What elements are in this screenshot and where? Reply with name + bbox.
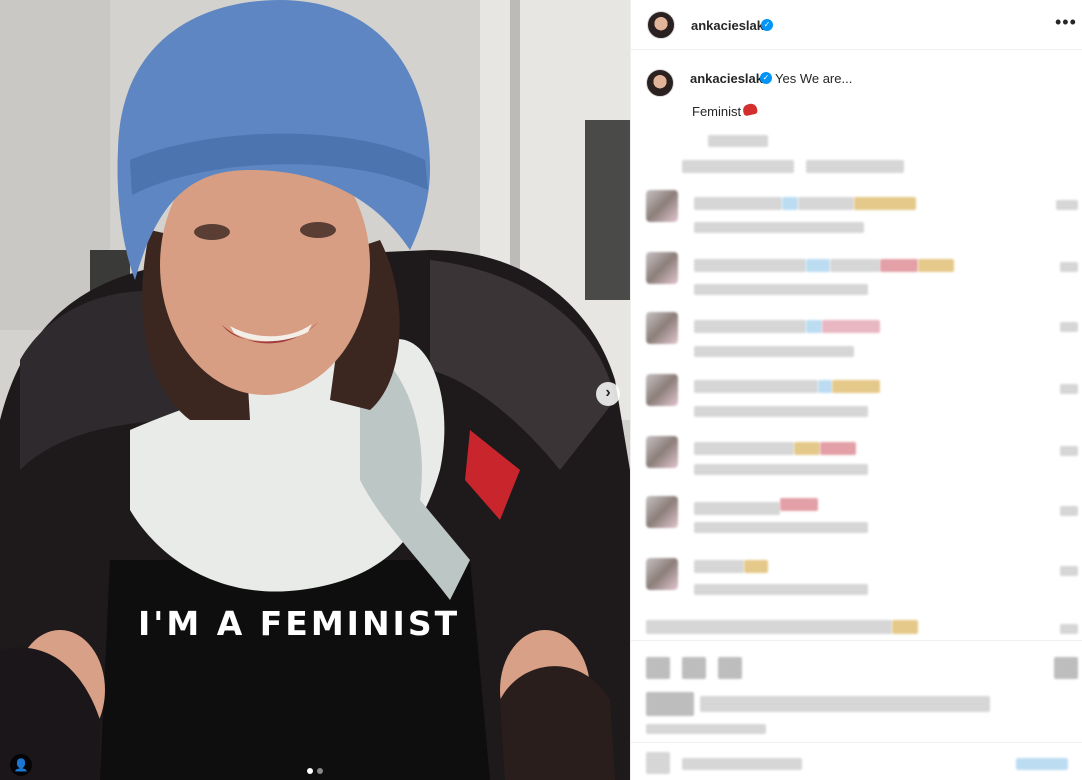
blurred-comment bbox=[830, 259, 880, 272]
blurred-comment-avatar bbox=[646, 190, 678, 222]
carousel-dot-active bbox=[307, 768, 313, 774]
post-photo[interactable]: I'M A FEMINIST › 👤 bbox=[0, 0, 630, 780]
blurred-comment-avatar bbox=[646, 496, 678, 528]
blurred-comment-avatar bbox=[646, 558, 678, 590]
blurred-comment bbox=[806, 259, 830, 272]
blurred-likers-avatars bbox=[646, 692, 694, 716]
blurred-comment-meta bbox=[694, 222, 864, 233]
blurred-comment-meta bbox=[694, 522, 868, 533]
blurred-comment bbox=[782, 197, 798, 210]
verified-badge-icon: ✓ bbox=[760, 72, 772, 84]
caption-line-2: Feminist bbox=[692, 104, 742, 119]
comment-input[interactable] bbox=[682, 758, 802, 770]
blurred-comment-avatar bbox=[646, 252, 678, 284]
blurred-comment bbox=[694, 259, 806, 272]
blurred-like bbox=[1060, 566, 1078, 576]
author-username[interactable]: ankacieslak bbox=[691, 18, 764, 33]
blurred-comment-avatar bbox=[646, 374, 678, 406]
comment-divider bbox=[630, 742, 1082, 743]
carousel-dot bbox=[317, 768, 323, 774]
blurred-like bbox=[1060, 624, 1078, 634]
blurred-comment-avatar bbox=[646, 436, 678, 468]
carousel-indicator bbox=[307, 768, 323, 774]
actions-divider bbox=[630, 640, 1082, 641]
carousel-next-icon[interactable]: › bbox=[596, 382, 620, 406]
blurred-comment bbox=[694, 442, 794, 455]
blurred-comment bbox=[794, 442, 820, 455]
blurred-comment bbox=[832, 380, 880, 393]
blurred-comment-meta bbox=[694, 346, 854, 357]
verified-badge-icon: ✓ bbox=[761, 19, 773, 31]
blurred-comment-meta bbox=[694, 464, 868, 475]
blurred-like bbox=[1056, 200, 1078, 210]
blurred-comment bbox=[694, 320, 806, 333]
blurred-like bbox=[1060, 322, 1078, 332]
like-icon[interactable] bbox=[646, 657, 670, 679]
blurred-comment bbox=[806, 320, 822, 333]
blurred-comment bbox=[694, 560, 744, 573]
blurred-comment bbox=[854, 197, 916, 210]
post-comment-button[interactable] bbox=[1016, 758, 1068, 770]
blurred-like bbox=[1060, 384, 1078, 394]
blurred-comment bbox=[918, 259, 954, 272]
blurred-comment bbox=[694, 197, 782, 210]
blurred-comment bbox=[892, 620, 918, 634]
blurred-comment bbox=[818, 380, 832, 393]
shirt-text: I'M A FEMINIST bbox=[138, 604, 460, 643]
blurred-comment-meta bbox=[694, 284, 868, 295]
user-tag-icon[interactable]: 👤 bbox=[10, 754, 32, 776]
comment-icon[interactable] bbox=[682, 657, 706, 679]
blurred-comment bbox=[798, 197, 854, 210]
blurred-like bbox=[1060, 506, 1078, 516]
blurred-like bbox=[1060, 262, 1078, 272]
blurred-likes-text bbox=[700, 696, 990, 712]
caption-text: Yes We are... bbox=[775, 71, 853, 86]
blurred-comment-meta bbox=[694, 406, 868, 417]
caption-avatar[interactable] bbox=[646, 69, 674, 97]
caption-username[interactable]: ankacieslak bbox=[690, 71, 763, 86]
blurred-comment bbox=[694, 380, 818, 393]
blurred-comment bbox=[646, 620, 892, 634]
blurred-comment bbox=[694, 502, 780, 515]
blurred-comment-meta bbox=[694, 584, 868, 595]
blurred-comment bbox=[744, 560, 768, 573]
blurred-hashtags bbox=[806, 160, 904, 173]
blurred-comment bbox=[822, 320, 880, 333]
blurred-hashtags bbox=[708, 135, 768, 147]
share-icon[interactable] bbox=[718, 657, 742, 679]
blurred-like bbox=[1060, 446, 1078, 456]
photo-image: I'M A FEMINIST bbox=[0, 0, 630, 780]
save-icon[interactable] bbox=[1054, 657, 1078, 679]
blurred-comment-avatar bbox=[646, 312, 678, 344]
blurred-comment bbox=[880, 259, 918, 272]
blurred-comment bbox=[780, 498, 818, 511]
emoji-icon[interactable] bbox=[646, 752, 670, 774]
post-header: ankacieslak ✓ ••• bbox=[631, 0, 1082, 50]
blurred-timestamp bbox=[646, 724, 766, 734]
blurred-comment bbox=[820, 442, 856, 455]
blurred-hashtags bbox=[682, 160, 794, 173]
more-options-icon[interactable]: ••• bbox=[1055, 13, 1077, 31]
author-avatar[interactable] bbox=[647, 11, 675, 39]
